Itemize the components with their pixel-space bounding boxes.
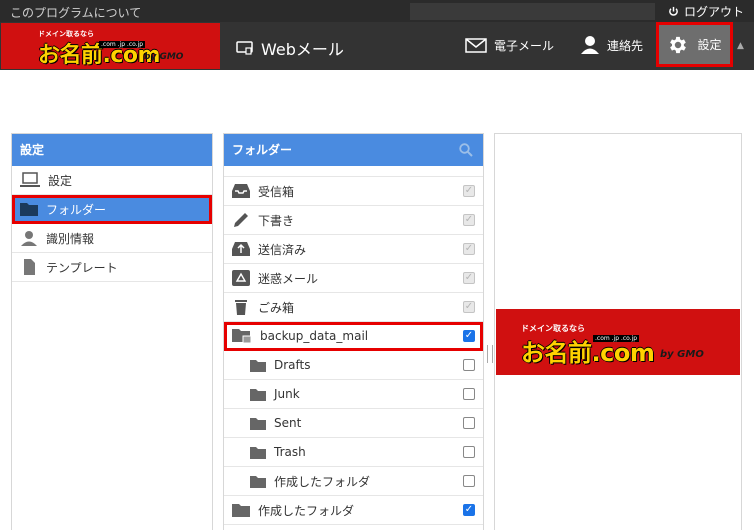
brand-domains: .com .jp .co.jp: [99, 41, 146, 48]
subscribe-checkbox: ✓: [463, 272, 475, 284]
folder-label: backup_data_mail: [260, 329, 369, 343]
subscribe-checkbox: ✓: [463, 243, 475, 255]
settings-button[interactable]: 設定: [656, 22, 733, 67]
folder-row-created[interactable]: 作成したフォルダ ✓: [224, 496, 483, 525]
folder-label: 作成したフォルダ: [258, 503, 355, 518]
subscribe-checkbox[interactable]: ✓: [463, 504, 475, 516]
folder-row-inbox[interactable]: 受信箱 ✓: [224, 177, 483, 206]
subscribe-checkbox: ✓: [463, 185, 475, 197]
settings-panel-title: 設定: [12, 134, 212, 166]
folders-panel: フォルダー 受信箱 ✓ 下書き ✓ 送信済み ✓ 迷惑メール ✓ ごみ箱 ✓ b…: [223, 133, 484, 530]
folder-icon: [250, 417, 266, 430]
folder-row-sent[interactable]: 送信済み ✓: [224, 235, 483, 264]
monitor-icon: [236, 41, 253, 55]
sent-icon: [232, 241, 250, 257]
sidebar-item-label: テンプレート: [46, 260, 118, 275]
nav-contacts[interactable]: 連絡先: [580, 35, 643, 55]
top-strip: このプログラムについて ログアウト: [0, 0, 754, 22]
pencil-icon: [232, 212, 250, 228]
folder-icon: [20, 202, 38, 216]
folder-row-junk[interactable]: 迷惑メール ✓: [224, 264, 483, 293]
nav-email-label: 電子メール: [494, 39, 555, 53]
nav-email[interactable]: 電子メール: [465, 37, 554, 54]
folder-icon: [232, 328, 252, 344]
power-icon: [668, 6, 679, 17]
folder-row-created-sub[interactable]: 作成したフォルダ: [224, 467, 483, 496]
person-icon: [20, 230, 38, 246]
gear-icon: [667, 34, 689, 56]
sidebar-item-templates[interactable]: テンプレート: [12, 253, 212, 282]
folder-label: 受信箱: [258, 184, 295, 199]
folders-panel-title-text: フォルダー: [232, 143, 293, 157]
subscribe-checkbox: ✓: [463, 214, 475, 226]
person-icon: [580, 35, 600, 55]
sidebar-item-label: 設定: [48, 173, 73, 188]
panel-resize-handle[interactable]: [487, 345, 493, 363]
subscribe-checkbox[interactable]: [463, 475, 475, 487]
folder-row-drafts[interactable]: 下書き ✓: [224, 206, 483, 235]
folders-panel-title: フォルダー: [224, 134, 483, 166]
brand-logo[interactable]: ドメイン取るなら お名前.com .com .jp .co.jp by GMO: [1, 23, 220, 69]
about-program-link[interactable]: このプログラムについて: [10, 4, 141, 21]
sidebar-item-folders[interactable]: フォルダー: [12, 195, 212, 224]
sidebar-item-identities[interactable]: 識別情報: [12, 224, 212, 253]
nav-contacts-label: 連絡先: [607, 38, 644, 53]
logout-button[interactable]: ログアウト: [668, 3, 744, 20]
folder-icon: [250, 446, 266, 459]
inbox-icon: [232, 183, 250, 199]
sidebar-item-label: 識別情報: [46, 231, 95, 246]
brand-banner[interactable]: ドメイン取るなら お名前.com .com .jp .co.jp by GMO: [496, 309, 740, 375]
folder-label: Drafts: [274, 358, 311, 372]
logout-label: ログアウト: [683, 5, 744, 19]
header-bar: ドメイン取るなら お名前.com .com .jp .co.jp by GMO …: [0, 22, 754, 70]
folder-icon: [250, 359, 266, 372]
folder-row-drafts-sub[interactable]: Drafts: [224, 351, 483, 380]
webmail-title[interactable]: Webメール: [236, 36, 344, 60]
folder-label: ごみ箱: [258, 300, 295, 315]
webmail-label: Webメール: [261, 40, 344, 59]
banner-company: by GMO: [660, 349, 704, 360]
folder-row-trash-sub[interactable]: Trash: [224, 438, 483, 467]
folder-label: 下書き: [258, 213, 295, 228]
folder-row-trash[interactable]: ごみ箱 ✓: [224, 293, 483, 322]
folder-label: 迷惑メール: [258, 271, 319, 286]
subscribe-checkbox[interactable]: [463, 446, 475, 458]
subscribe-checkbox: ✓: [463, 301, 475, 313]
folder-label: Sent: [274, 416, 302, 430]
subscribe-checkbox[interactable]: [463, 388, 475, 400]
trash-icon: [232, 299, 250, 315]
document-icon: [20, 259, 38, 275]
settings-label: 設定: [697, 38, 722, 52]
subscribe-checkbox[interactable]: [463, 359, 475, 371]
laptop-icon: [20, 172, 40, 188]
folder-label: Trash: [274, 445, 306, 459]
settings-panel: 設定 設定 フォルダー 識別情報 テンプレート: [11, 133, 213, 530]
envelope-icon: [465, 38, 487, 53]
folder-row-sent-sub[interactable]: Sent: [224, 409, 483, 438]
subscribe-checkbox[interactable]: ✓: [463, 330, 475, 342]
folder-label: 作成したフォルダ: [274, 474, 371, 489]
folder-row-backup-data-mail[interactable]: backup_data_mail ✓: [224, 322, 483, 351]
folder-icon: [250, 388, 266, 401]
brand-company: by GMO: [144, 52, 184, 62]
banner-domains: .com .jp .co.jp: [593, 335, 640, 342]
list-spacer: [224, 166, 483, 177]
menu-caret-icon[interactable]: ▲: [737, 41, 744, 51]
folder-icon: [232, 503, 250, 517]
recycle-icon: [232, 270, 250, 286]
sidebar-item-label: フォルダー: [46, 202, 107, 217]
blurred-area: [410, 3, 655, 20]
search-icon[interactable]: [459, 143, 473, 157]
folder-row-junk-sub[interactable]: Junk: [224, 380, 483, 409]
sidebar-item-settings[interactable]: 設定: [12, 166, 212, 195]
folder-icon: [250, 475, 266, 488]
subscribe-checkbox[interactable]: [463, 417, 475, 429]
folder-label: 送信済み: [258, 242, 307, 257]
folder-label: Junk: [274, 387, 300, 401]
